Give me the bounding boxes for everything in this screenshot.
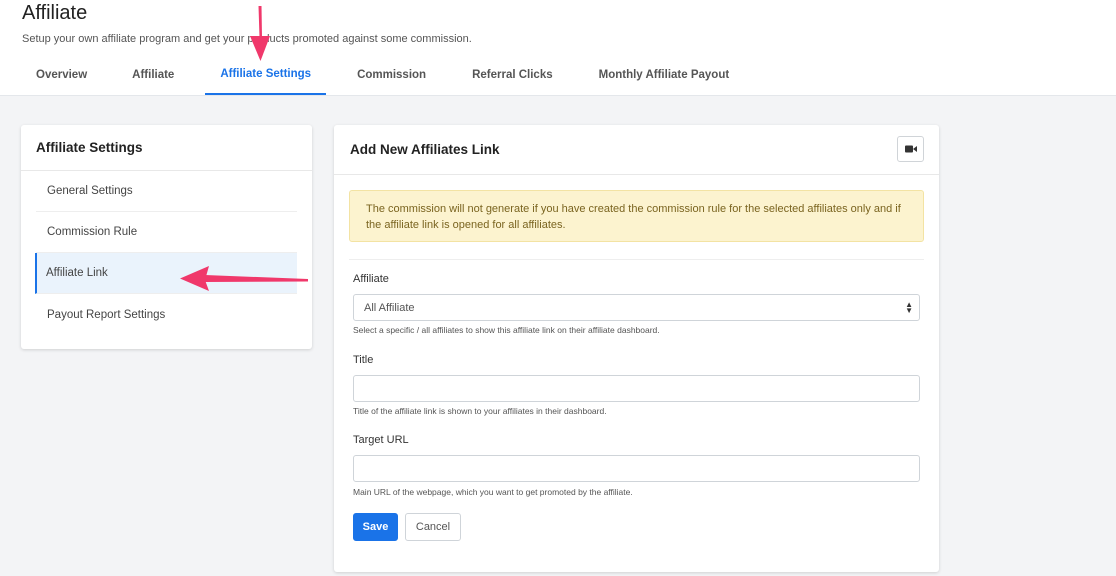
target-url-label: Target URL [353,434,409,446]
affiliate-select[interactable]: All Affiliate ▲ ▼ [353,294,920,321]
tab-affiliate-settings[interactable]: Affiliate Settings [205,54,327,95]
tab-bar: Overview Affiliate Affiliate Settings Co… [22,54,744,95]
affiliate-link-form-card: Add New Affiliates Link The commission w… [334,125,939,572]
select-arrows-icon: ▲ ▼ [905,300,913,315]
sidebar-title: Affiliate Settings [21,125,312,171]
tab-referral-clicks[interactable]: Referral Clicks [457,54,568,95]
title-label: Title [353,354,374,366]
title-input[interactable] [353,375,920,402]
sidebar-item-payout-report-settings[interactable]: Payout Report Settings [36,294,297,335]
target-url-help-text: Main URL of the webpage, which you want … [353,487,633,497]
affiliate-label: Affiliate [353,273,389,285]
divider [349,259,924,260]
affiliate-help-text: Select a specific / all affiliates to sh… [353,325,660,335]
settings-sidebar: Affiliate Settings General Settings Comm… [21,125,312,349]
video-button[interactable] [897,136,924,162]
page-title: Affiliate [22,2,88,24]
sidebar-item-affiliate-link[interactable]: Affiliate Link [35,253,297,294]
tab-commission[interactable]: Commission [342,54,441,95]
commission-warning-alert: The commission will not generate if you … [349,190,924,242]
cancel-button[interactable]: Cancel [405,513,461,541]
sidebar-item-commission-rule[interactable]: Commission Rule [36,212,297,253]
tab-monthly-affiliate-payout[interactable]: Monthly Affiliate Payout [584,54,745,95]
page-header: Affiliate Setup your own affiliate progr… [0,0,1116,96]
video-camera-icon [904,145,917,153]
tab-overview[interactable]: Overview [22,54,101,95]
tab-affiliate[interactable]: Affiliate [117,54,189,95]
save-button[interactable]: Save [353,513,398,541]
sidebar-list: General Settings Commission Rule Affilia… [21,171,312,335]
title-help-text: Title of the affiliate link is shown to … [353,406,607,416]
target-url-input[interactable] [353,455,920,482]
sidebar-item-general-settings[interactable]: General Settings [36,171,297,212]
affiliate-select-value: All Affiliate [364,301,415,314]
page-subtitle: Setup your own affiliate program and get… [22,33,472,45]
form-title: Add New Affiliates Link [334,125,939,175]
